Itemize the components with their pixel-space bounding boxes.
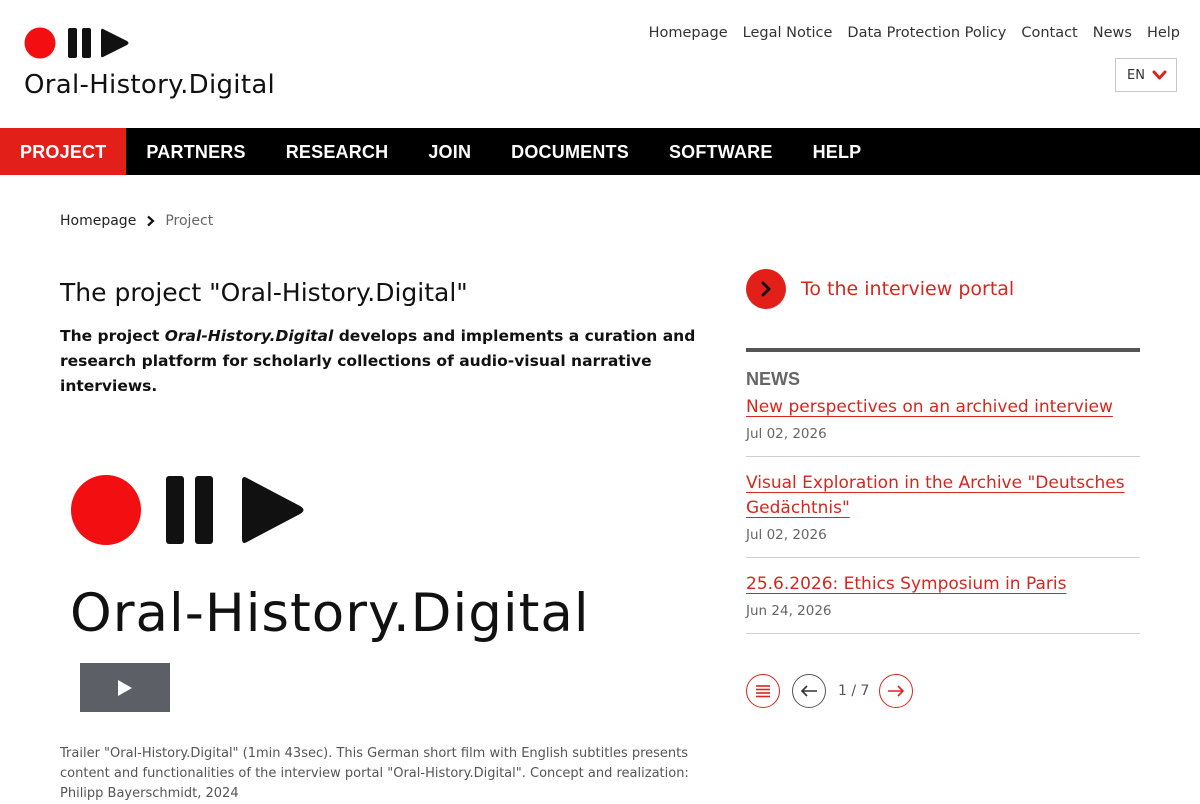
- page-separator: /: [851, 683, 857, 699]
- video-wordmark: Oral-History.Digital: [70, 583, 590, 644]
- nav-item-help[interactable]: HELP: [793, 128, 882, 175]
- nav-item-join[interactable]: JOIN: [408, 128, 491, 175]
- interview-portal-link[interactable]: To the interview portal: [746, 269, 1014, 309]
- video-player[interactable]: Oral-History.Digital: [60, 455, 680, 725]
- news-date: Jul 02, 2026: [746, 426, 827, 442]
- news-heading: NEWS: [746, 369, 800, 389]
- language-value: EN: [1127, 67, 1145, 83]
- chevron-right-icon: [147, 215, 155, 227]
- breadcrumb-home[interactable]: Homepage: [60, 213, 136, 229]
- main-navigation: PROJECT PARTNERS RESEARCH JOIN DOCUMENTS…: [0, 128, 1200, 175]
- news-link[interactable]: 25.6.2026: Ethics Symposium in Paris: [746, 572, 1140, 597]
- nav-item-documents[interactable]: DOCUMENTS: [491, 128, 649, 175]
- video-caption: Trailer "Oral-History.Digital" (1min 43s…: [60, 746, 689, 801]
- news-panel: NEWS New perspectives on an archived int…: [746, 348, 1140, 634]
- page-total: 7: [860, 683, 870, 699]
- list-icon: [756, 685, 770, 698]
- next-page-button[interactable]: [879, 674, 914, 708]
- meta-link-help[interactable]: Help: [1147, 25, 1180, 41]
- nav-item-software[interactable]: SOFTWARE: [649, 128, 793, 175]
- portal-link-label: To the interview portal: [801, 278, 1015, 300]
- play-icon: [118, 679, 132, 696]
- intro-emphasis: Oral-History.Digital: [164, 327, 334, 345]
- chevron-down-icon: [1152, 70, 1167, 80]
- page-current: 1: [838, 683, 847, 699]
- previous-page-button[interactable]: [792, 674, 826, 708]
- meta-link-homepage[interactable]: Homepage: [649, 25, 728, 41]
- site-wordmark[interactable]: Oral-History.Digital: [24, 70, 275, 100]
- breadcrumb-current: Project: [165, 213, 214, 229]
- meta-navigation: Homepage Legal Notice Data Protection Po…: [649, 25, 1180, 41]
- portal-link-icon: [746, 269, 786, 309]
- arrow-left-icon: [800, 685, 817, 697]
- news-date: Jul 02, 2026: [746, 527, 827, 543]
- language-selector[interactable]: EN: [1115, 58, 1177, 92]
- page-counter: 1 / 7: [838, 683, 869, 699]
- chevron-right-icon: [761, 281, 771, 297]
- news-link[interactable]: New perspectives on an archived intervie…: [746, 395, 1140, 420]
- nav-item-partners[interactable]: PARTNERS: [126, 128, 265, 175]
- play-button[interactable]: [80, 663, 170, 712]
- news-item: New perspectives on an archived intervie…: [746, 395, 1140, 457]
- intro-prefix: The project: [60, 327, 165, 345]
- news-item: 25.6.2026: Ethics Symposium in Paris Jun…: [746, 572, 1140, 634]
- site-header: Oral-History.Digital Homepage Legal Noti…: [0, 0, 1200, 128]
- breadcrumb: Homepage Project: [60, 213, 213, 229]
- meta-link-contact[interactable]: Contact: [1021, 25, 1077, 41]
- meta-link-data-protection[interactable]: Data Protection Policy: [847, 25, 1006, 41]
- arrow-right-icon: [888, 685, 905, 697]
- news-list-button[interactable]: [746, 674, 780, 708]
- news-date: Jun 24, 2026: [746, 603, 832, 619]
- meta-link-news[interactable]: News: [1093, 25, 1132, 41]
- nav-item-research[interactable]: RESEARCH: [266, 128, 409, 175]
- news-link[interactable]: Visual Exploration in the Archive "Deuts…: [746, 471, 1140, 521]
- page-title: The project "Oral-History.Digital": [60, 278, 468, 307]
- news-pager: 1 / 7: [746, 674, 914, 708]
- logo-icon[interactable]: [24, 26, 134, 60]
- nav-item-project[interactable]: PROJECT: [0, 128, 127, 175]
- meta-link-legal-notice[interactable]: Legal Notice: [743, 25, 833, 41]
- news-item: Visual Exploration in the Archive "Deuts…: [746, 471, 1140, 558]
- intro-text: The project Oral-History.Digital develop…: [60, 324, 700, 399]
- video-logo-icon: [71, 475, 304, 545]
